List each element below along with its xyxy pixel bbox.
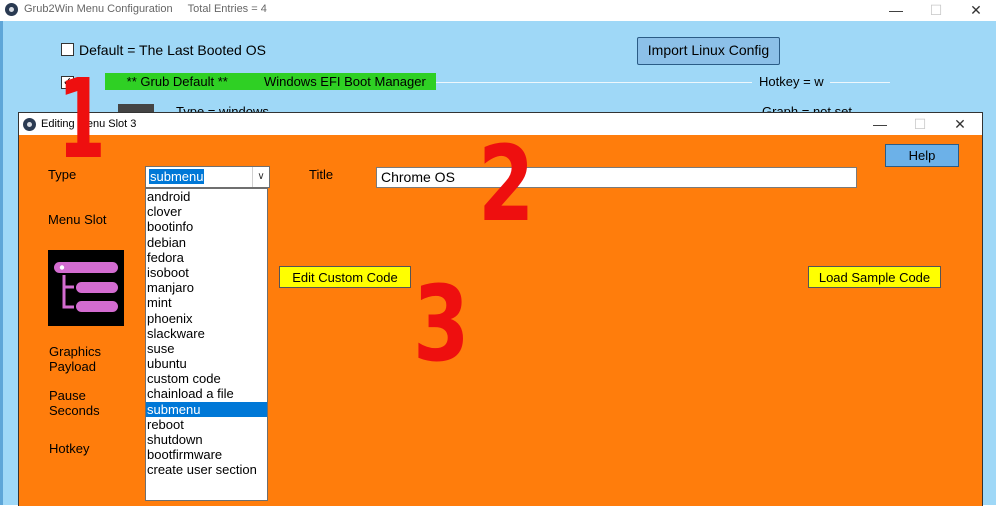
minimize-button[interactable]: —: [876, 0, 916, 21]
type-option[interactable]: create user section: [146, 462, 267, 477]
annotation-2: 2: [478, 123, 535, 245]
type-option[interactable]: mint: [146, 295, 267, 310]
seconds-label: Seconds: [49, 403, 100, 418]
type-option[interactable]: bootinfo: [146, 219, 267, 234]
entry-divider: [436, 82, 752, 83]
annotation-1: 1: [58, 55, 106, 183]
type-option[interactable]: reboot: [146, 417, 267, 432]
type-option[interactable]: debian: [146, 235, 267, 250]
dialog-close-button[interactable]: ✕: [940, 114, 980, 135]
app-logo-icon: [23, 118, 36, 131]
edit-custom-code-button[interactable]: Edit Custom Code: [279, 266, 411, 288]
annotation-3: 3: [413, 263, 470, 385]
type-option[interactable]: ubuntu: [146, 356, 267, 371]
type-option[interactable]: shutdown: [146, 432, 267, 447]
payload-label: Payload: [49, 359, 96, 374]
maximize-button[interactable]: ☐: [916, 0, 956, 21]
type-option[interactable]: manjaro: [146, 280, 267, 295]
type-option[interactable]: isoboot: [146, 265, 267, 280]
main-window-title: Grub2Win Menu Configuration Total Entrie…: [24, 3, 267, 15]
entry-hotkey: Hotkey = w: [759, 74, 824, 89]
type-option[interactable]: custom code: [146, 371, 267, 386]
menu-slot-label: Menu Slot: [48, 212, 107, 227]
type-dropdown[interactable]: submenu ∨: [145, 166, 270, 188]
entry-os-icon: [118, 104, 154, 112]
grub-default-entry[interactable]: ** Grub Default ** Windows EFI Boot Mana…: [105, 73, 436, 90]
type-option[interactable]: fedora: [146, 250, 267, 265]
type-option[interactable]: clover: [146, 204, 267, 219]
type-option[interactable]: android: [146, 189, 267, 204]
hotkey-label: Hotkey: [49, 441, 90, 456]
load-sample-code-button[interactable]: Load Sample Code: [808, 266, 941, 288]
title-label: Title: [309, 167, 334, 182]
default-last-booted-label: Default = The Last Booted OS: [79, 42, 266, 58]
entry-divider-right: [830, 82, 890, 83]
type-option[interactable]: chainload a file: [146, 386, 267, 401]
type-dropdown-value: submenu: [149, 169, 205, 184]
chevron-down-icon[interactable]: ∨: [252, 167, 269, 187]
type-option[interactable]: bootfirmware: [146, 447, 267, 462]
pause-label: Pause: [49, 388, 86, 403]
type-option[interactable]: suse: [146, 341, 267, 356]
submenu-icon: [48, 250, 124, 326]
help-button[interactable]: Help: [885, 144, 959, 167]
title-input[interactable]: Chrome OS: [376, 167, 857, 188]
type-option[interactable]: slackware: [146, 326, 267, 341]
import-linux-config-button[interactable]: Import Linux Config: [637, 37, 780, 65]
type-dropdown-list[interactable]: android clover bootinfo debian fedora isoboot…: [145, 188, 268, 501]
type-option[interactable]: submenu: [146, 401, 267, 417]
graphics-label: Graphics: [49, 344, 102, 359]
type-option[interactable]: phoenix: [146, 311, 267, 326]
dialog-maximize-button[interactable]: ☐: [900, 114, 940, 135]
dialog-minimize-button[interactable]: —: [860, 114, 900, 135]
app-logo-icon: [5, 3, 18, 16]
main-window-titlebar: Grub2Win Menu Configuration Total Entrie…: [0, 0, 996, 21]
close-button[interactable]: ✕: [956, 0, 996, 21]
